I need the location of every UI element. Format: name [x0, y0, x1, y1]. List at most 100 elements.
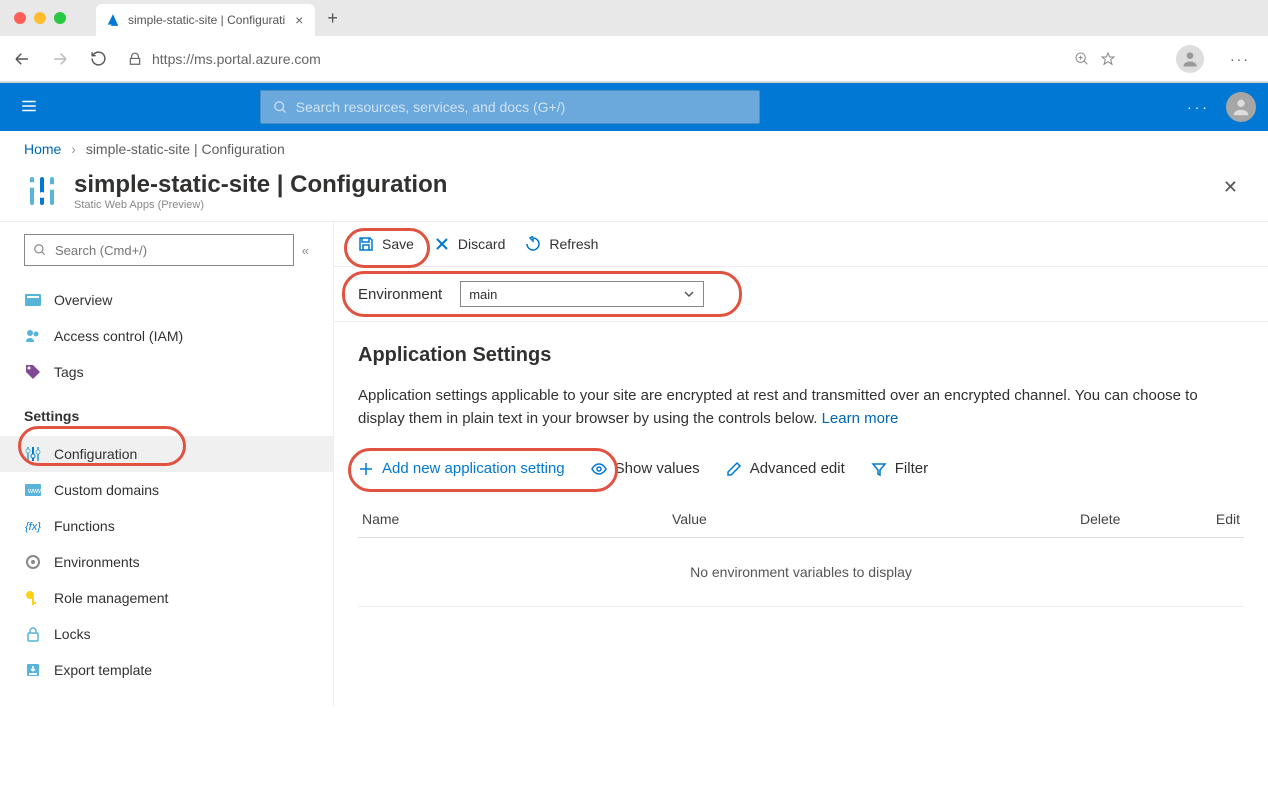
forward-button[interactable] [46, 45, 74, 73]
collapse-sidebar-button[interactable]: « [302, 243, 309, 258]
svg-text:www: www [27, 488, 41, 495]
browser-menu-button[interactable]: ··· [1220, 51, 1260, 67]
breadcrumb: Home › simple-static-site | Configuratio… [0, 131, 1268, 167]
table-header: Name Value Delete Edit [358, 501, 1244, 538]
discard-button[interactable]: Discard [434, 236, 505, 252]
col-edit: Edit [1180, 511, 1240, 527]
sidebar-item-label: Locks [54, 626, 91, 642]
sidebar-item-custom-domains[interactable]: www Custom domains [0, 472, 333, 508]
filter-button[interactable]: Filter [871, 460, 928, 477]
sidebar-item-configuration[interactable]: Configuration [0, 436, 333, 472]
col-name: Name [362, 511, 672, 527]
export-icon [25, 662, 41, 678]
settings-table: Name Value Delete Edit No environment va… [358, 501, 1244, 607]
main-content: Save Discard Refresh Environment main Ap… [334, 222, 1268, 706]
save-button[interactable]: Save [358, 236, 414, 252]
back-button[interactable] [8, 45, 36, 73]
new-tab-button[interactable]: + [315, 8, 350, 29]
sidebar-item-environments[interactable]: Environments [0, 544, 333, 580]
col-delete: Delete [1080, 511, 1180, 527]
sidebar-item-label: Environments [54, 554, 140, 570]
function-icon: {fx} [25, 518, 41, 534]
sidebar-search-input[interactable] [53, 242, 285, 259]
browser-toolbar: https://ms.portal.azure.com ··· [0, 36, 1268, 82]
refresh-button[interactable]: Refresh [525, 236, 598, 252]
add-setting-button[interactable]: Add new application setting [358, 460, 565, 477]
sidebar-item-label: Role management [54, 590, 168, 606]
tab-title: simple-static-site | Configurati [128, 13, 285, 27]
sidebar-item-label: Custom domains [54, 482, 159, 498]
breadcrumb-home[interactable]: Home [24, 141, 61, 157]
maximize-window-icon[interactable] [54, 12, 66, 24]
sidebar: « Overview Access control (IAM) Tags Set… [0, 222, 334, 706]
address-bar[interactable]: https://ms.portal.azure.com [122, 51, 1064, 67]
close-blade-button[interactable]: ✕ [1217, 171, 1244, 204]
sidebar-item-overview[interactable]: Overview [0, 282, 333, 318]
breadcrumb-current: simple-static-site | Configuration [86, 141, 285, 157]
sidebar-item-label: Configuration [54, 446, 137, 462]
sliders-icon [25, 446, 41, 462]
filter-icon [871, 461, 887, 477]
sidebar-item-label: Export template [54, 662, 152, 678]
page-title: simple-static-site | Configuration [74, 171, 447, 199]
sidebar-item-export-template[interactable]: Export template [0, 652, 333, 688]
add-setting-label: Add new application setting [382, 460, 565, 477]
people-icon [25, 328, 41, 344]
sidebar-heading-settings: Settings [0, 396, 333, 430]
show-values-button[interactable]: Show values [591, 460, 700, 477]
search-icon [33, 243, 47, 257]
blade-header: simple-static-site | Configuration Stati… [0, 167, 1268, 222]
lock-icon [25, 626, 41, 642]
table-empty: No environment variables to display [358, 538, 1244, 607]
environment-row: Environment main [334, 267, 1268, 322]
sidebar-item-label: Tags [54, 364, 84, 380]
browser-tab[interactable]: simple-static-site | Configurati × [96, 4, 315, 36]
search-icon [273, 100, 288, 115]
url-text: https://ms.portal.azure.com [152, 51, 321, 67]
environment-label: Environment [358, 286, 442, 303]
static-web-app-icon [24, 173, 60, 209]
learn-more-link[interactable]: Learn more [822, 410, 899, 427]
sidebar-item-tags[interactable]: Tags [0, 354, 333, 390]
sidebar-item-iam[interactable]: Access control (IAM) [0, 318, 333, 354]
discard-icon [434, 236, 450, 252]
favorite-icon[interactable] [1100, 51, 1116, 67]
person-icon [1230, 96, 1252, 118]
portal-account-button[interactable] [1226, 92, 1256, 122]
advanced-edit-label: Advanced edit [750, 460, 845, 477]
filter-label: Filter [895, 460, 928, 477]
zoom-icon[interactable] [1074, 51, 1090, 67]
breadcrumb-separator: › [71, 141, 76, 157]
section-description: Application settings applicable to your … [358, 385, 1244, 430]
chevron-down-icon [683, 288, 695, 300]
minimize-window-icon[interactable] [34, 12, 46, 24]
globe-icon: www [25, 482, 41, 498]
sidebar-item-locks[interactable]: Locks [0, 616, 333, 652]
col-value: Value [672, 511, 1080, 527]
sidebar-item-functions[interactable]: {fx} Functions [0, 508, 333, 544]
key-icon [25, 590, 41, 606]
person-icon [1180, 49, 1200, 69]
portal-menu-button[interactable] [12, 97, 46, 118]
refresh-button[interactable] [84, 45, 112, 73]
environment-select[interactable]: main [460, 281, 704, 307]
window-controls[interactable] [14, 12, 66, 24]
refresh-label: Refresh [549, 236, 598, 252]
sidebar-item-label: Functions [54, 518, 115, 534]
tag-icon [25, 364, 41, 380]
browser-chrome: simple-static-site | Configurati × + htt… [0, 0, 1268, 83]
advanced-edit-button[interactable]: Advanced edit [726, 460, 845, 477]
close-window-icon[interactable] [14, 12, 26, 24]
section-heading: Application Settings [358, 344, 1244, 367]
portal-search[interactable]: Search resources, services, and docs (G+… [260, 90, 760, 124]
portal-more-button[interactable]: ··· [1187, 99, 1210, 115]
command-bar: Save Discard Refresh [334, 222, 1268, 267]
sidebar-item-role-management[interactable]: Role management [0, 580, 333, 616]
sidebar-search[interactable] [24, 234, 294, 266]
browser-tab-strip: simple-static-site | Configurati × + [0, 0, 1268, 36]
svg-text:{fx}: {fx} [25, 521, 41, 533]
gear-icon [25, 554, 41, 570]
close-tab-icon[interactable]: × [293, 12, 305, 28]
portal-search-placeholder: Search resources, services, and docs (G+… [296, 99, 566, 115]
browser-profile-button[interactable] [1176, 45, 1204, 73]
